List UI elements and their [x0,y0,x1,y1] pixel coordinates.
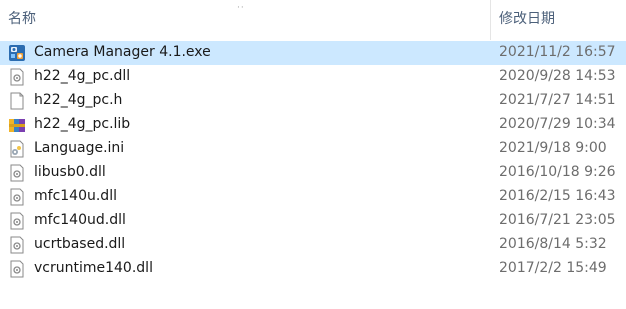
file-name: Language.ini [34,140,125,156]
lib-archive-icon [8,116,26,134]
column-header: 名称 ·· 修改日期 [0,0,626,40]
dll-file-icon [8,212,26,230]
file-name: vcruntime140.dll [34,260,153,276]
dll-file-icon [8,188,26,206]
file-row[interactable]: h22_4g_pc.h 2021/7/27 14:51 [0,89,626,113]
file-row[interactable]: vcruntime140.dll 2017/2/2 15:49 [0,257,626,281]
column-header-name[interactable]: 名称 [8,8,36,28]
file-row[interactable]: mfc140u.dll 2016/2/15 16:43 [0,185,626,209]
file-row[interactable]: Language.ini 2021/9/18 9:00 [0,137,626,161]
file-name: h22_4g_pc.h [34,92,123,108]
file-modified: 2020/7/29 10:34 [499,116,616,132]
ini-settings-icon [8,140,26,158]
file-name: libusb0.dll [34,164,106,180]
file-row[interactable]: ucrtbased.dll 2016/8/14 5:32 [0,233,626,257]
column-divider[interactable] [490,0,491,40]
file-modified: 2016/10/18 9:26 [499,164,616,180]
file-name: ucrtbased.dll [34,236,126,252]
file-row[interactable]: Camera Manager 4.1.exe 2021/11/2 16:57 [0,41,626,65]
file-name: Camera Manager 4.1.exe [34,44,211,60]
file-name: h22_4g_pc.dll [34,68,131,84]
column-header-modified[interactable]: 修改日期 [499,8,555,28]
sort-indicator-icon: ·· [237,3,245,13]
file-row[interactable]: h22_4g_pc.dll 2020/9/28 14:53 [0,65,626,89]
exe-app-icon [8,44,26,62]
dll-file-icon [8,164,26,182]
file-modified: 2017/2/2 15:49 [499,260,607,276]
file-name: mfc140ud.dll [34,212,126,228]
blank-file-icon [8,92,26,110]
file-row[interactable]: mfc140ud.dll 2016/7/21 23:05 [0,209,626,233]
file-name: h22_4g_pc.lib [34,116,131,132]
file-row[interactable]: h22_4g_pc.lib 2020/7/29 10:34 [0,113,626,137]
dll-file-icon [8,236,26,254]
file-modified: 2016/2/15 16:43 [499,188,616,204]
dll-file-icon [8,68,26,86]
file-modified: 2016/7/21 23:05 [499,212,616,228]
file-name: mfc140u.dll [34,188,117,204]
file-modified: 2021/7/27 14:51 [499,92,616,108]
file-list: Camera Manager 4.1.exe 2021/11/2 16:57 h… [0,41,626,281]
file-modified: 2020/9/28 14:53 [499,68,616,84]
file-row[interactable]: libusb0.dll 2016/10/18 9:26 [0,161,626,185]
file-modified: 2021/9/18 9:00 [499,140,607,156]
file-modified: 2021/11/2 16:57 [499,44,616,60]
file-modified: 2016/8/14 5:32 [499,236,607,252]
dll-file-icon [8,260,26,278]
